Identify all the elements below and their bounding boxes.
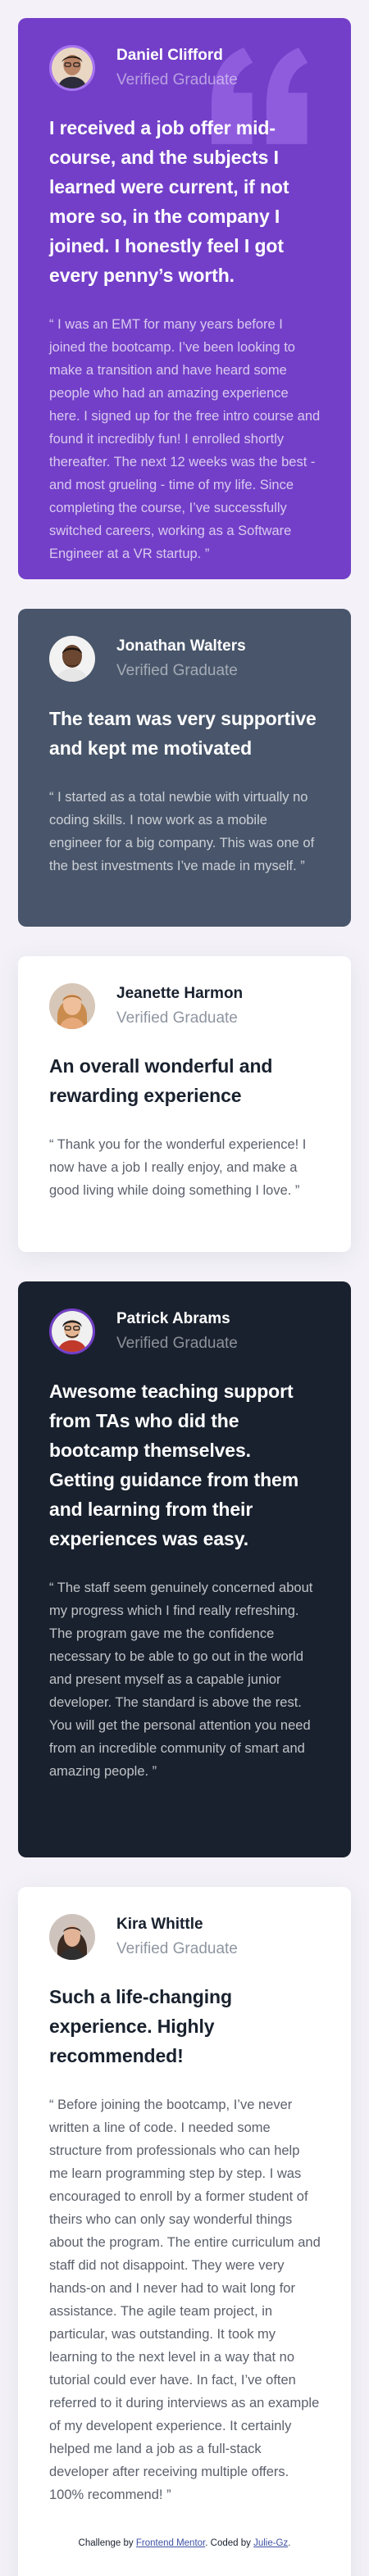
testimonial-card-kira: Kira Whittle Verified Graduate Such a li… (18, 1887, 351, 2576)
card-header: Jeanette Harmon Verified Graduate (49, 982, 321, 1030)
testimonial-headline: An overall wonderful and rewarding exper… (49, 1055, 273, 1106)
testimonial-body: “ Before joining the bootcamp, I’ve neve… (49, 2098, 321, 2502)
avatar (49, 636, 95, 682)
testimonial-body: “ I was an EMT for many years before I j… (49, 317, 321, 561)
testimonial-headline: I received a job offer mid-course, and t… (49, 117, 289, 286)
avatar (49, 45, 95, 91)
author-name: Jonathan Walters (116, 637, 246, 655)
testimonial-headline: The team was very supportive and kept me… (49, 708, 317, 759)
author-status: Verified Graduate (116, 1335, 238, 1352)
testimonial-headline: Such a life-changing experience. Highly … (49, 1986, 232, 2066)
author-status: Verified Graduate (116, 1940, 238, 1957)
attribution-suffix: . (288, 2538, 291, 2548)
frontend-mentor-link[interactable]: Frontend Mentor (136, 2538, 205, 2548)
avatar (49, 1308, 95, 1354)
testimonial-body: “ Thank you for the wonderful experience… (49, 1137, 307, 1198)
card-header: Daniel Clifford Verified Graduate (49, 44, 321, 92)
avatar (49, 983, 95, 1029)
testimonial-body: “ I started as a total newbie with virtu… (49, 790, 315, 873)
testimonial-card-patrick: Patrick Abrams Verified Graduate Awesome… (18, 1281, 351, 1857)
author-status: Verified Graduate (116, 71, 238, 88)
testimonial-body: “ The staff seem genuinely concerned abo… (49, 1581, 313, 1779)
author-name: Kira Whittle (116, 1916, 203, 1933)
card-header: Jonathan Walters Verified Graduate (49, 635, 321, 683)
testimonial-card-daniel: Daniel Clifford Verified Graduate I rece… (18, 18, 351, 579)
testimonial-card-jeanette: Jeanette Harmon Verified Graduate An ove… (18, 956, 351, 1252)
author-status: Verified Graduate (116, 1009, 238, 1027)
testimonial-headline: Awesome teaching support from TAs who di… (49, 1381, 299, 1549)
author-name: Patrick Abrams (116, 1310, 230, 1327)
author-name: Jeanette Harmon (116, 985, 244, 1002)
card-header: Kira Whittle Verified Graduate (49, 1913, 321, 1961)
testimonial-card-jonathan: Jonathan Walters Verified Graduate The t… (18, 609, 351, 927)
attribution-prefix: Challenge by (78, 2538, 134, 2548)
author-name: Daniel Clifford (116, 47, 223, 64)
attribution: Challenge by Frontend Mentor. Coded by J… (0, 2538, 369, 2548)
attribution-middle: . Coded by (205, 2538, 251, 2548)
author-status: Verified Graduate (116, 662, 238, 679)
author-link[interactable]: Julie-Gz (253, 2538, 288, 2548)
card-header: Patrick Abrams Verified Graduate (49, 1308, 321, 1355)
avatar (49, 1914, 95, 1960)
